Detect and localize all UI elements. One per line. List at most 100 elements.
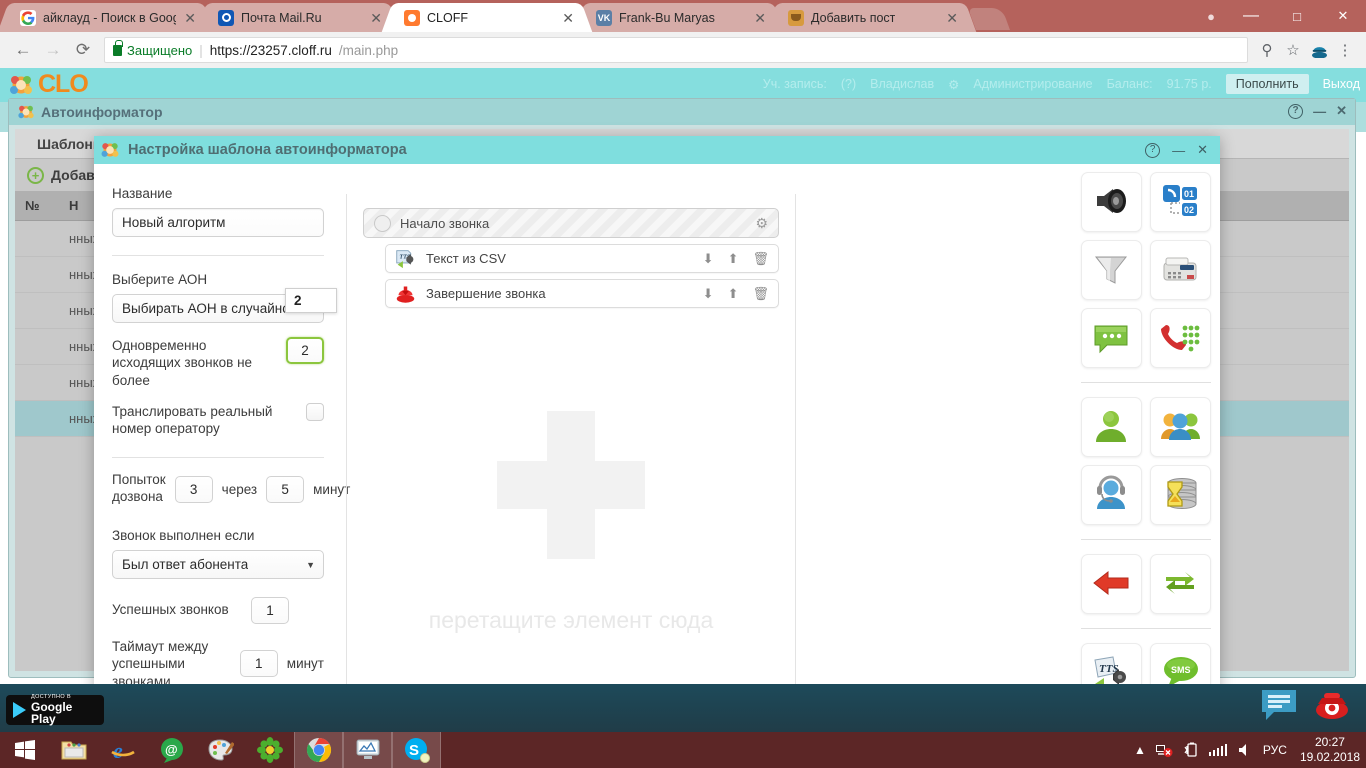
star-icon[interactable]: ☆	[1280, 37, 1306, 63]
palette-item-funnel[interactable]	[1081, 240, 1142, 300]
tab-title: CLOFF	[427, 10, 468, 25]
concurrent-calls-input[interactable]	[286, 337, 324, 364]
success-calls-input[interactable]	[251, 597, 289, 625]
name-input[interactable]	[112, 208, 324, 237]
palette-item-fax[interactable]	[1150, 240, 1211, 300]
relay-number-checkbox[interactable]	[306, 402, 324, 421]
attempts-input[interactable]	[174, 475, 213, 503]
move-down-icon[interactable]: ⬇	[703, 251, 714, 267]
flow-step-0[interactable]: TTS Текст из CSV ⬇ ⬆ 🗑	[385, 244, 779, 273]
chrome-button[interactable]	[294, 732, 343, 768]
tab-close-icon[interactable]: ✕	[362, 11, 382, 25]
back-icon[interactable]: ←	[8, 35, 38, 65]
drop-zone-label: перетащите элемент сюда	[428, 606, 714, 633]
monitor-button[interactable]	[343, 732, 392, 768]
maximize-button[interactable]: □	[1274, 0, 1320, 32]
flow-canvas[interactable]: Начало звонка ⚙ TTS Текст из CSV ⬇ ⬆ 🗑 З…	[346, 194, 796, 684]
signal-icon[interactable]	[1208, 744, 1227, 756]
tab-close-icon[interactable]: ✕	[746, 11, 766, 25]
reload-icon[interactable]: ⟳	[68, 35, 98, 65]
volume-icon[interactable]	[1236, 741, 1254, 759]
logout-link[interactable]: Выход	[1323, 77, 1360, 91]
internet-explorer-button[interactable]: e	[98, 732, 147, 768]
minimize-icon[interactable]: —	[1172, 143, 1185, 158]
network-error-icon[interactable]	[1155, 741, 1173, 759]
palette-item-sms[interactable]: SMS	[1150, 643, 1211, 684]
language-indicator[interactable]: РУС	[1263, 743, 1287, 757]
flow-start-node[interactable]: Начало звонка ⚙	[363, 208, 779, 238]
hangup-phone-icon	[395, 283, 416, 304]
key-icon[interactable]: ⚲	[1254, 37, 1280, 63]
icq-button[interactable]	[245, 732, 294, 768]
aon-label: Выберите АОН	[112, 272, 208, 287]
battery-icon[interactable]	[1182, 741, 1200, 759]
close-icon[interactable]: ✕	[1336, 103, 1347, 119]
browser-tab-2[interactable]: CLOFF ✕	[394, 3, 580, 32]
paint-button[interactable]	[196, 732, 245, 768]
browser-tab-0[interactable]: айклауд - Поиск в Goog ✕	[10, 3, 202, 32]
lock-icon	[113, 39, 123, 56]
forward-icon[interactable]: →	[38, 35, 68, 65]
menu-icon[interactable]: ⋮	[1332, 37, 1358, 63]
skype-button[interactable]: S	[392, 732, 441, 768]
palette-item-speaker[interactable]	[1081, 172, 1142, 232]
cloff-logo[interactable]: CLO	[8, 70, 89, 99]
palette-item-user[interactable]	[1081, 397, 1142, 457]
browser-tab-4[interactable]: Добавить пост ✕	[778, 3, 964, 32]
file-explorer-button[interactable]	[49, 732, 98, 768]
minimize-button[interactable]: —	[1228, 0, 1274, 32]
administration-link[interactable]: Администрирование	[973, 77, 1092, 91]
tab-close-icon[interactable]: ✕	[938, 11, 958, 25]
autocomplete-suggestion[interactable]: 2	[285, 288, 337, 313]
browser-tab-3[interactable]: VK Frank-Bu Maryas ✕	[586, 3, 772, 32]
user-avatar-icon[interactable]: ●	[1194, 9, 1228, 24]
timeout-input[interactable]	[239, 650, 278, 678]
palette-item-phone-keypad[interactable]	[1150, 308, 1211, 368]
dialog-title-bar[interactable]: Настройка шаблона автоинформатора ? — ✕	[94, 136, 1220, 164]
move-up-icon[interactable]: ⬆	[728, 251, 739, 267]
current-user[interactable]: Владислав	[870, 77, 934, 91]
move-up-icon[interactable]: ⬆	[728, 286, 739, 302]
palette-item-chat[interactable]	[1081, 308, 1142, 368]
settings-form: Название Выберите АОН Выбирать АОН в слу…	[94, 164, 350, 684]
move-down-icon[interactable]: ⬇	[703, 286, 714, 302]
new-tab-button[interactable]	[967, 8, 1011, 30]
help-icon[interactable]: ?	[1145, 142, 1161, 158]
url-separator: |	[199, 42, 203, 58]
database-hourglass-icon	[1160, 474, 1202, 516]
browser-tab-1[interactable]: Почта Mail.Ru ✕	[208, 3, 388, 32]
divider	[112, 255, 324, 256]
flow-step-1[interactable]: Завершение звонка ⬇ ⬆ 🗑	[385, 279, 779, 308]
delete-icon[interactable]: 🗑	[752, 286, 769, 302]
palette-item-goto-back[interactable]	[1081, 554, 1142, 614]
gear-icon[interactable]: ⚙	[755, 215, 768, 232]
palette-item-repeat[interactable]	[1150, 554, 1211, 614]
minimize-icon[interactable]: —	[1313, 104, 1326, 119]
tab-close-icon[interactable]: ✕	[554, 11, 574, 25]
palette-item-tts[interactable]: TTS	[1081, 643, 1142, 684]
callback-phone-icon[interactable]	[1312, 688, 1352, 722]
palette-item-call-routing[interactable]: 01 02	[1150, 172, 1211, 232]
clock[interactable]: 20:27 19.02.2018	[1296, 735, 1360, 765]
settings-gear-icon[interactable]: ⚙	[948, 77, 959, 92]
windows-start-button[interactable]	[0, 732, 49, 768]
topup-button[interactable]: Пополнить	[1225, 74, 1309, 94]
drop-zone[interactable]: перетащите элемент сюда	[347, 314, 795, 684]
delete-icon[interactable]: 🗑	[752, 251, 769, 267]
palette-item-database-wait[interactable]	[1150, 465, 1211, 525]
tray-expand-icon[interactable]: ▲	[1134, 743, 1146, 757]
google-play-badge[interactable]: ДОСТУПНО В Google Play	[6, 695, 104, 725]
help-icon[interactable]: ?	[1288, 103, 1304, 119]
chat-widget-icon[interactable]	[1260, 688, 1300, 722]
palette-item-users-group[interactable]	[1150, 397, 1211, 457]
done-if-select[interactable]: Был ответ абонента ▼	[112, 550, 324, 580]
address-bar[interactable]: Защищено | https://23257.cloff.ru /main.…	[104, 37, 1248, 63]
palette-item-operator[interactable]	[1081, 465, 1142, 525]
profile-icon[interactable]	[1306, 37, 1332, 63]
account-help-icon[interactable]: (?)	[841, 77, 856, 91]
close-icon[interactable]: ✕	[1197, 142, 1208, 158]
interval-input[interactable]	[266, 475, 305, 503]
mail-agent-button[interactable]: @	[147, 732, 196, 768]
close-button[interactable]: ✕	[1320, 0, 1366, 32]
tab-close-icon[interactable]: ✕	[176, 11, 196, 25]
